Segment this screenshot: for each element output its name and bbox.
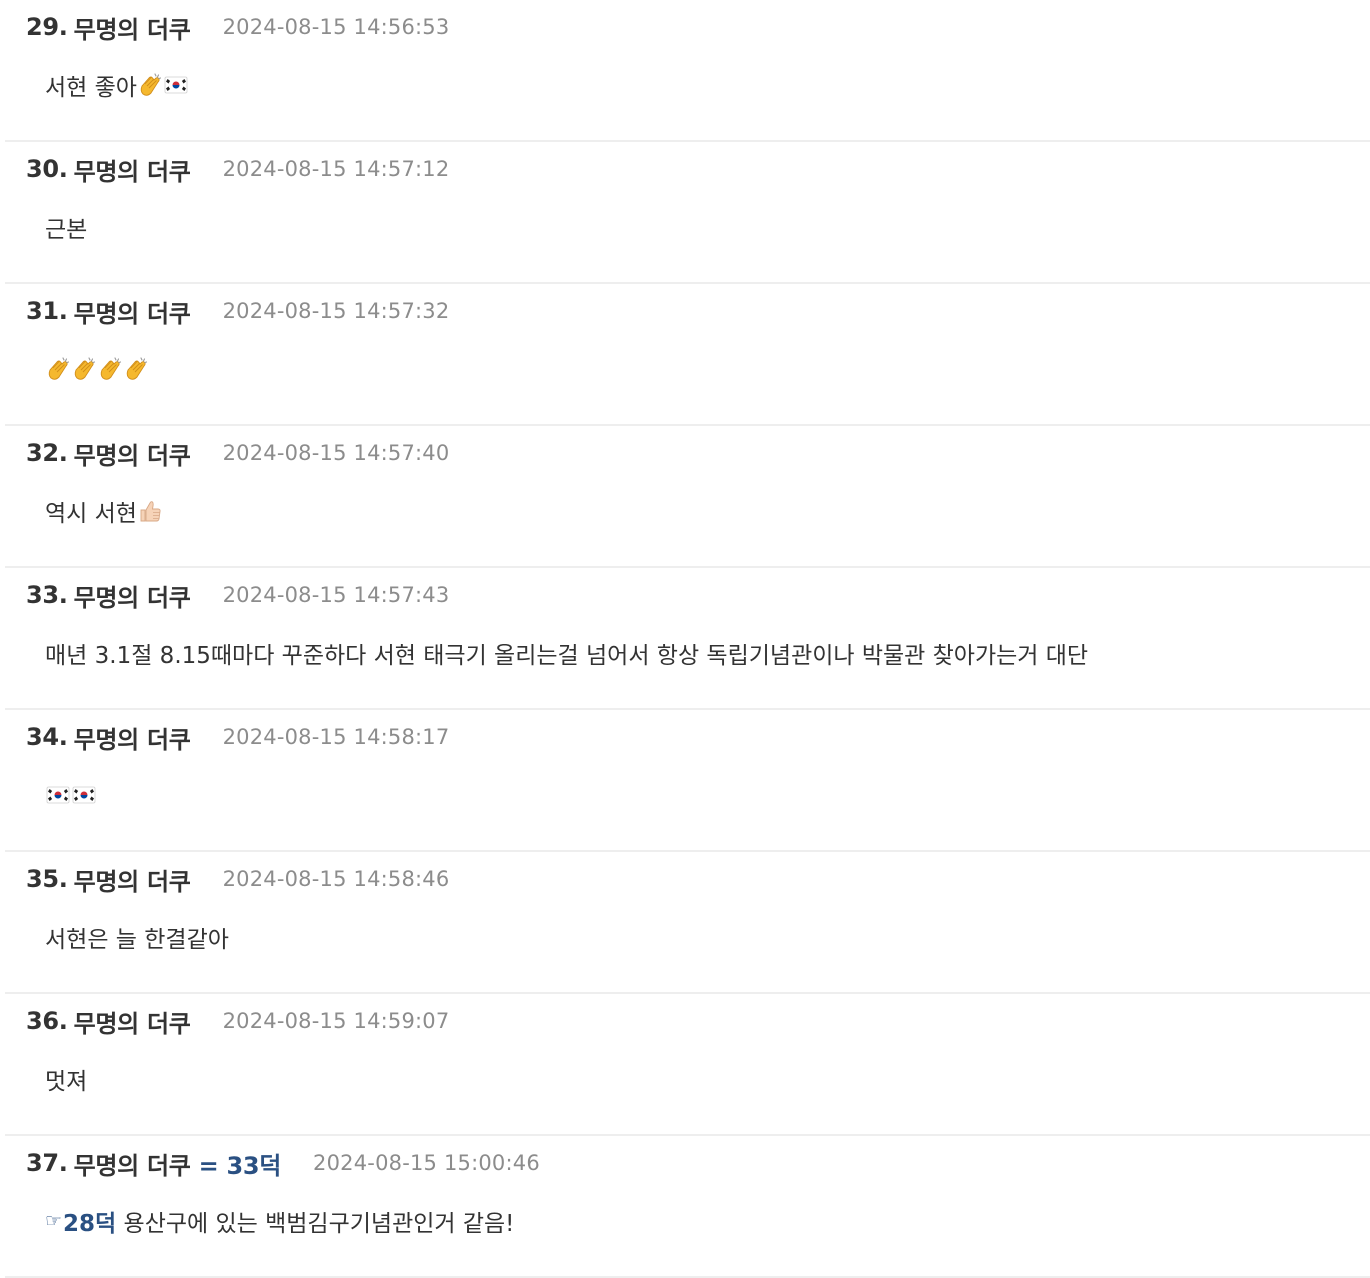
comment-number: 34. — [26, 723, 68, 751]
comment-number: 30. — [26, 155, 68, 183]
comment-item: 31. 무명의 더쿠 2024-08-15 14:57:32 — [5, 284, 1370, 426]
comment-item: 37. 무명의 더쿠 = 33덕 2024-08-15 15:00:46 ☞ 2… — [5, 1136, 1370, 1278]
comment-number: 31. — [26, 297, 68, 325]
comment-body: 멋져 — [45, 1061, 87, 1097]
comment-text: 서현 좋아 — [45, 75, 137, 101]
comment-header: 37. 무명의 더쿠 = 33덕 2024-08-15 15:00:46 — [26, 1145, 540, 1181]
comment-author: 무명의 더쿠 — [73, 15, 191, 44]
comment-author: 무명의 더쿠 — [73, 583, 191, 612]
comment-header: 32. 무명의 더쿠 2024-08-15 14:57:40 — [26, 435, 449, 471]
comment-number: 35. — [26, 865, 68, 893]
comment-author: 무명의 더쿠 — [73, 725, 191, 754]
comment-header: 34. 무명의 더쿠 2024-08-15 14:58:17 — [26, 719, 449, 755]
comment-number: 32. — [26, 439, 68, 467]
comment-item: 34. 무명의 더쿠 2024-08-15 14:58:17 — [5, 710, 1370, 852]
comment-header: 33. 무명의 더쿠 2024-08-15 14:57:43 — [26, 577, 449, 613]
comment-body: 역시 서현 — [45, 493, 163, 529]
comment-body: ☞ 28덕 용산구에 있는 백범김구기념관인거 같음! — [45, 1203, 514, 1239]
comment-text: 서현은 늘 한결같아 — [45, 927, 229, 953]
comment-header: 30. 무명의 더쿠 2024-08-15 14:57:12 — [26, 151, 449, 187]
clapping-hands-icon — [45, 356, 71, 382]
comment-text: 매년 3.1절 8.15때마다 꾸준하다 서현 태극기 올리는걸 넘어서 항상 … — [45, 643, 1089, 669]
clapping-hands-icon — [137, 72, 163, 98]
clapping-hands-icon — [97, 356, 123, 382]
comment-text: 용산구에 있는 백범김구기념관인거 같음! — [116, 1211, 515, 1237]
comment-author: 무명의 더쿠 — [73, 157, 191, 186]
comment-header: 29. 무명의 더쿠 2024-08-15 14:56:53 — [26, 9, 449, 45]
clapping-hands-icon — [71, 356, 97, 382]
comment-body: 매년 3.1절 8.15때마다 꾸준하다 서현 태극기 올리는걸 넘어서 항상 … — [45, 635, 1088, 671]
comment-author: 무명의 더쿠 — [73, 1009, 191, 1038]
korea-flag-icon — [71, 782, 97, 808]
reply-reference-link[interactable]: 28덕 — [63, 1204, 116, 1238]
comment-author: 무명의 더쿠 — [73, 867, 191, 896]
thumbs-up-icon — [137, 498, 163, 524]
comment-header: 31. 무명의 더쿠 2024-08-15 14:57:32 — [26, 293, 449, 329]
comment-text: 역시 서현 — [45, 501, 137, 527]
reply-target-link[interactable]: = 33덕 — [199, 1146, 282, 1181]
comment-text: 멋져 — [45, 1069, 88, 1095]
comment-body: 근본 — [45, 209, 87, 245]
korea-flag-icon — [45, 782, 71, 808]
korea-flag-icon — [163, 72, 189, 98]
comment-item: 36. 무명의 더쿠 2024-08-15 14:59:07 멋져 — [5, 994, 1370, 1136]
comment-author: 무명의 더쿠 — [73, 299, 191, 328]
comment-item: 30. 무명의 더쿠 2024-08-15 14:57:12 근본 — [5, 142, 1370, 284]
comment-date: 2024-08-15 14:56:53 — [222, 15, 450, 39]
comment-date: 2024-08-15 14:57:32 — [222, 299, 450, 323]
comment-body — [45, 351, 149, 387]
comment-date: 2024-08-15 14:59:07 — [222, 1009, 450, 1033]
comment-item: 32. 무명의 더쿠 2024-08-15 14:57:40 역시 서현 — [5, 426, 1370, 568]
comment-date: 2024-08-15 14:57:12 — [222, 157, 450, 181]
comment-date: 2024-08-15 15:00:46 — [313, 1151, 540, 1175]
comment-body — [45, 777, 97, 813]
comment-body: 서현 좋아 — [45, 67, 189, 103]
comment-date: 2024-08-15 14:58:46 — [222, 867, 450, 891]
comment-item: 33. 무명의 더쿠 2024-08-15 14:57:43 매년 3.1절 8… — [5, 568, 1370, 710]
comment-item: 35. 무명의 더쿠 2024-08-15 14:58:46 서현은 늘 한결같… — [5, 852, 1370, 994]
clapping-hands-icon — [123, 356, 149, 382]
comment-body: 서현은 늘 한결같아 — [45, 919, 229, 955]
comment-text: 근본 — [45, 217, 88, 243]
comment-date: 2024-08-15 14:58:17 — [222, 725, 450, 749]
comment-header: 35. 무명의 더쿠 2024-08-15 14:58:46 — [26, 861, 449, 897]
comment-date: 2024-08-15 14:57:43 — [222, 583, 450, 607]
comment-number: 33. — [26, 581, 68, 609]
comment-date: 2024-08-15 14:57:40 — [222, 441, 450, 465]
comment-number: 29. — [26, 13, 68, 41]
comment-number: 36. — [26, 1007, 68, 1035]
pointing-hand-icon: ☞ — [45, 1210, 63, 1232]
comment-item: 29. 무명의 더쿠 2024-08-15 14:56:53 서현 좋아 — [5, 0, 1370, 142]
comment-number: 37. — [26, 1149, 68, 1177]
comment-author: 무명의 더쿠 — [73, 1151, 191, 1180]
comment-header: 36. 무명의 더쿠 2024-08-15 14:59:07 — [26, 1003, 449, 1039]
comment-author: 무명의 더쿠 — [73, 441, 191, 470]
comment-list: 29. 무명의 더쿠 2024-08-15 14:56:53 서현 좋아 30.… — [0, 0, 1370, 1278]
